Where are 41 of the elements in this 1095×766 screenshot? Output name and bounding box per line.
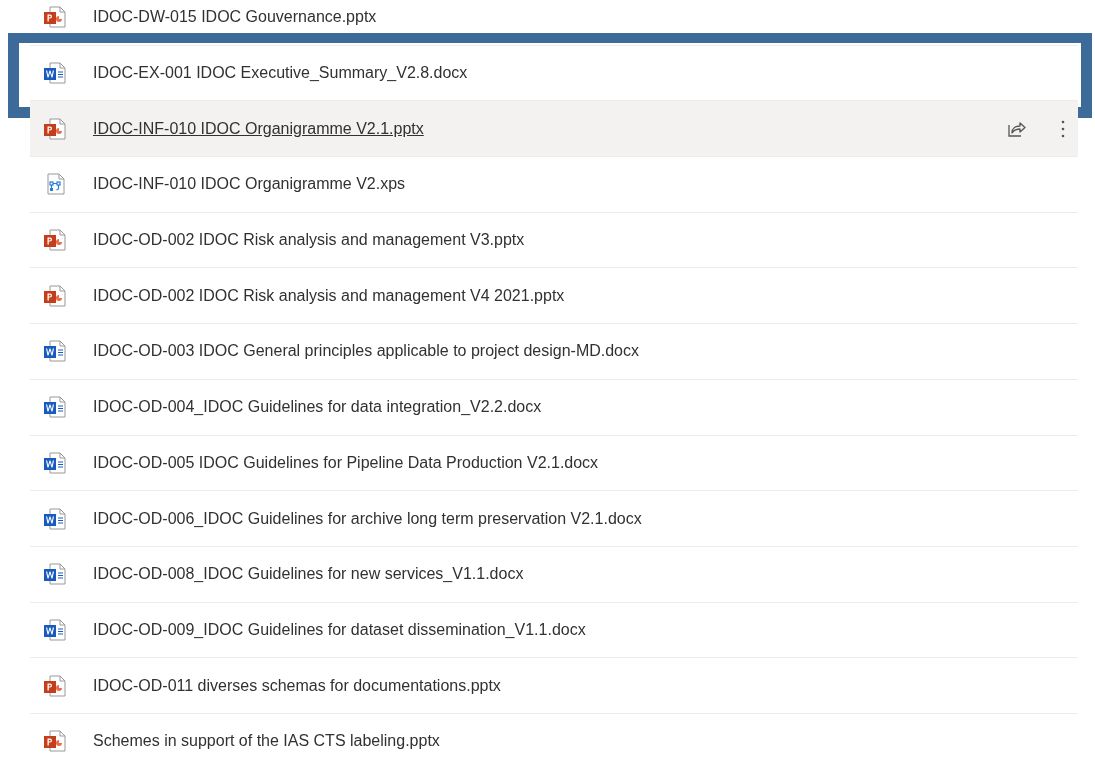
file-name-link[interactable]: IDOC-OD-009_IDOC Guidelines for dataset dissemination_V1.1.docx (93, 620, 586, 639)
word-file-icon (43, 562, 67, 587)
word-file-icon (43, 61, 67, 86)
file-name-link[interactable]: IDOC-INF-010 IDOC Organigramme V2.xps (93, 175, 406, 194)
powerpoint-file-icon (43, 116, 67, 141)
file-name-link[interactable]: IDOC-OD-006_IDOC Guidelines for archive long term preservation V2.1.docx (93, 509, 642, 528)
file-row[interactable]: IDOC-OD-002 IDOC Risk analysis and management V4 2021.pptx (30, 268, 1078, 325)
powerpoint-file-icon (43, 729, 67, 754)
file-name-link[interactable]: IDOC-EX-001 IDOC Executive_Summary_V2.8.docx (93, 64, 468, 83)
file-row[interactable]: Schemes in support of the IAS CTS labeling.pptx (30, 713, 1078, 766)
file-name-link[interactable]: IDOC-OD-004_IDOC Guidelines for data integration_V2.2.docx (93, 398, 542, 417)
file-name-link[interactable]: IDOC-OD-005 IDOC Guidelines for Pipeline Data Production V2.1.docx (93, 453, 599, 472)
powerpoint-file-icon (43, 673, 67, 698)
file-row[interactable]: IDOC-DW-015 IDOC Gouvernance.pptx (30, 0, 1078, 46)
file-row[interactable]: IDOC-OD-009_IDOC Guidelines for dataset dissemination_V1.1.docx (30, 602, 1078, 659)
file-name-link[interactable]: IDOC-OD-003 IDOC General principles applicable to project design-MD.docx (93, 342, 639, 361)
file-row[interactable]: IDOC-OD-011 diverses schemas for documentations.pptx (30, 658, 1078, 714)
file-name-link[interactable]: IDOC-OD-008_IDOC Guidelines for new services_V1.1.docx (93, 565, 524, 584)
file-row[interactable]: IDOC-OD-004_IDOC Guidelines for data integration_V2.2.docx (30, 379, 1078, 436)
file-row[interactable]: IDOC-OD-003 IDOC General principles applicable to project design-MD.docx (30, 324, 1078, 380)
file-row[interactable]: IDOC-OD-008_IDOC Guidelines for new services_V1.1.docx (30, 546, 1078, 603)
file-name-link[interactable]: IDOC-INF-010 IDOC Organigramme V2.1.pptx (93, 119, 424, 138)
word-file-icon (43, 617, 67, 642)
file-row[interactable]: IDOC-OD-005 IDOC Guidelines for Pipeline Data Production V2.1.docx (30, 435, 1078, 492)
word-file-icon (43, 450, 67, 475)
file-row[interactable]: IDOC-OD-006_IDOC Guidelines for archive long term preservation V2.1.docx (30, 491, 1078, 547)
file-name-link[interactable]: Schemes in support of the IAS CTS labeling.pptx (93, 732, 440, 751)
powerpoint-file-icon (43, 283, 67, 308)
powerpoint-file-icon (43, 5, 67, 30)
file-name-link[interactable]: IDOC-DW-015 IDOC Gouvernance.pptx (93, 8, 377, 27)
word-file-icon (43, 339, 67, 364)
powerpoint-file-icon (43, 228, 67, 253)
file-name-link[interactable]: IDOC-OD-011 diverses schemas for documentations.pptx (93, 676, 501, 695)
file-row[interactable]: IDOC-OD-002 IDOC Risk analysis and management V3.pptx (30, 212, 1078, 269)
file-row[interactable]: IDOC-INF-010 IDOC Organigramme V2.xps (30, 157, 1078, 213)
word-file-icon (43, 395, 67, 420)
word-file-icon (43, 506, 67, 531)
file-row[interactable]: IDOC-INF-010 IDOC Organigramme V2.1.pptx (30, 101, 1078, 158)
more-options-icon[interactable] (1060, 118, 1066, 139)
file-name-link[interactable]: IDOC-OD-002 IDOC Risk analysis and management V3.pptx (93, 231, 525, 250)
file-name-link[interactable]: IDOC-OD-002 IDOC Risk analysis and management V4 2021.pptx (93, 286, 565, 305)
